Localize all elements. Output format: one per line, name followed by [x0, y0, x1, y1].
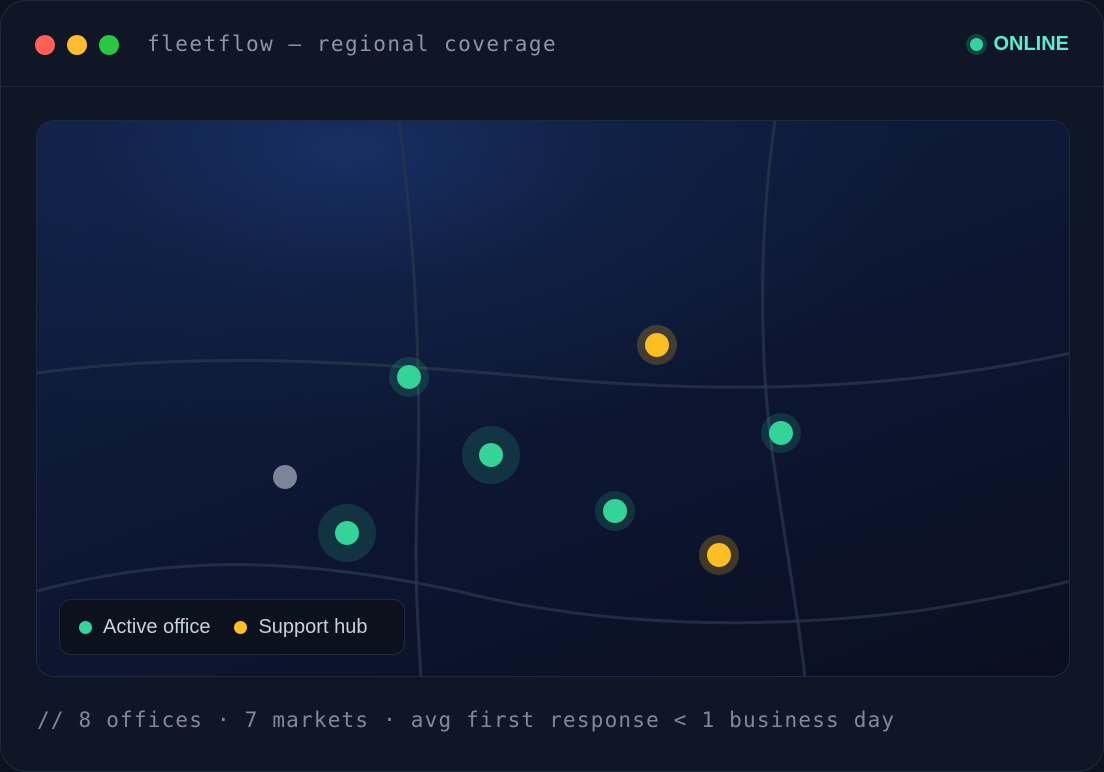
close-window-button[interactable] [35, 35, 55, 55]
map-legend: Active office Support hub [59, 599, 405, 655]
status-indicator: ONLINE [970, 29, 1069, 59]
status-dot-icon [970, 37, 984, 51]
active-office-marker[interactable] [595, 491, 635, 531]
marker-dot-icon [397, 365, 421, 389]
support-hub-dot-icon [234, 620, 248, 634]
active-office-marker[interactable] [761, 413, 801, 453]
coverage-map[interactable]: Active office Support hub [36, 120, 1070, 677]
support-hub-marker[interactable] [699, 535, 739, 575]
road-upper [37, 351, 1069, 389]
inactive-office-marker[interactable] [273, 465, 297, 489]
map-roads [37, 121, 1069, 676]
maximize-window-button[interactable] [99, 35, 119, 55]
active-office-dot-icon [79, 620, 92, 634]
legend-label: Support hub [258, 615, 368, 638]
coverage-summary: // 8 offices · 7 markets · avg first res… [37, 708, 896, 732]
active-office-marker[interactable] [389, 357, 429, 397]
marker-dot-icon [479, 443, 503, 467]
marker-dot-icon [769, 421, 793, 445]
title-bar: fleetflow — regional coverage ONLINE [1, 1, 1103, 87]
road-west [397, 121, 423, 676]
support-hub-marker[interactable] [637, 325, 677, 365]
legend-label: Active office [103, 615, 211, 638]
active-office-marker[interactable] [318, 504, 376, 562]
legend-item-support: Support hub [234, 616, 367, 639]
status-label: ONLINE [993, 32, 1069, 55]
marker-dot-icon [707, 543, 731, 567]
window-title: fleetflow — regional coverage [147, 32, 558, 56]
minimize-window-button[interactable] [67, 35, 87, 55]
road-east [761, 121, 807, 676]
marker-dot-icon [335, 521, 359, 545]
legend-item-active: Active office [79, 616, 210, 639]
marker-dot-icon [273, 465, 297, 489]
app-window: fleetflow — regional coverage ONLINE Act… [0, 0, 1104, 772]
active-office-marker[interactable] [462, 426, 520, 484]
marker-dot-icon [645, 333, 669, 357]
marker-dot-icon [603, 499, 627, 523]
